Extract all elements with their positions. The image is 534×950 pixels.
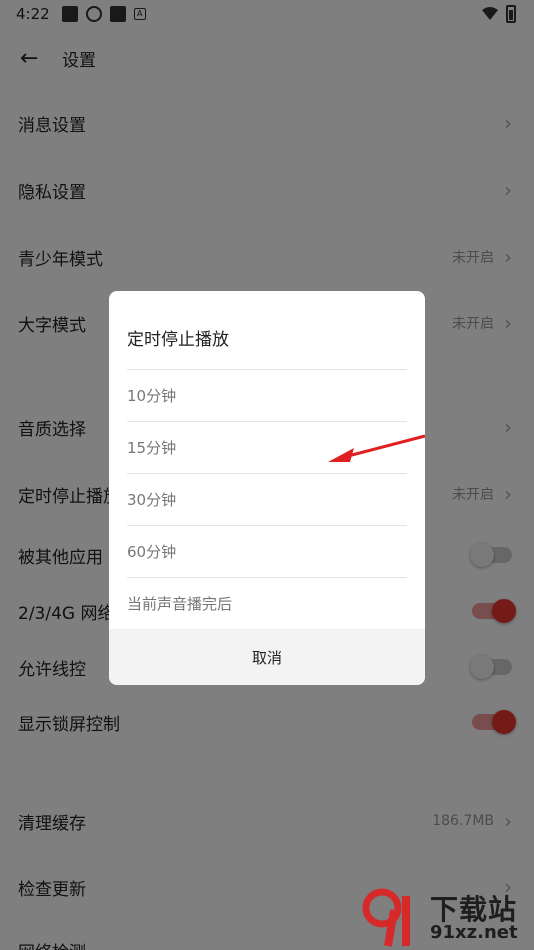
dialog-option-60min[interactable]: 60分钟	[127, 525, 407, 577]
option-label: 60分钟	[127, 543, 177, 561]
site-watermark: 下载站 91xz.net	[360, 888, 532, 948]
watermark-logo-icon	[362, 888, 410, 947]
option-label: 当前声音播完后	[127, 595, 233, 613]
option-label: 10分钟	[127, 387, 177, 405]
dialog-option-30min[interactable]: 30分钟	[127, 473, 407, 525]
sleep-timer-dialog: 定时停止播放 10分钟 15分钟 30分钟 60分钟 当前声音播完后 取消	[109, 291, 425, 685]
cancel-label: 取消	[251, 648, 282, 667]
option-label: 30分钟	[127, 491, 177, 509]
cancel-button[interactable]: 取消	[109, 629, 425, 685]
watermark-url: 91xz.net	[430, 922, 518, 943]
dialog-title: 定时停止播放	[127, 330, 229, 350]
dialog-option-10min[interactable]: 10分钟	[127, 369, 407, 421]
annotation-arrow-icon	[328, 434, 426, 462]
dialog-option-end-of-track[interactable]: 当前声音播完后	[127, 577, 407, 629]
option-label: 15分钟	[127, 439, 177, 457]
